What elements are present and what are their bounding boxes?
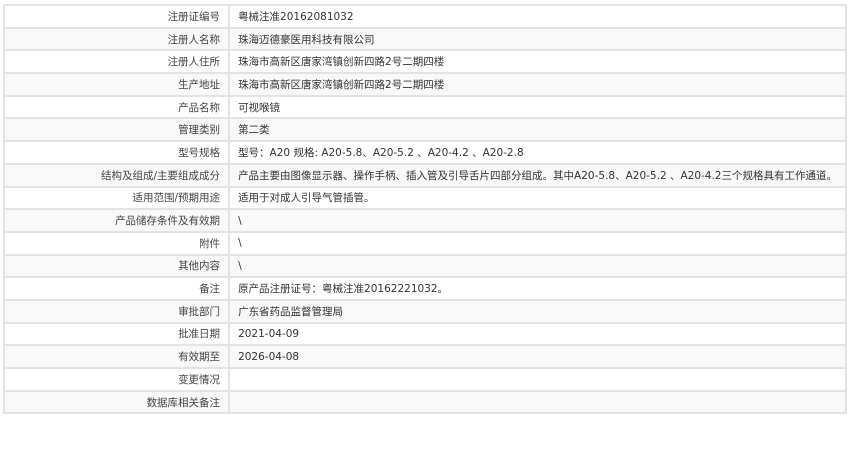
field-value: 原产品注册证号：粤械注准20162221032。: [228, 276, 847, 301]
table-row: 结构及组成/主要组成成分 产品主要由图像显示器、操作手柄、插入管及引导舌片四部分组…: [2, 162, 847, 188]
table-row: 附件 \: [2, 230, 847, 256]
field-value: 珠海市高新区唐家湾镇创新四路2号二期四楼: [228, 72, 847, 97]
table-row: 批准日期 2021-04-09: [2, 321, 847, 347]
table-row: 产品名称 可视喉镜: [2, 94, 847, 120]
table-row: 数据库相关备注: [2, 389, 847, 415]
table-row: 审批部门 广东省药品监督管理局: [2, 298, 847, 324]
table-row: 产品储存条件及有效期 \: [2, 208, 847, 233]
field-label: 产品储存条件及有效期: [2, 208, 231, 233]
table-row: 其他内容 \: [2, 253, 847, 279]
field-value: 2026-04-08: [228, 344, 847, 369]
table-row: 变更情况: [2, 367, 847, 392]
field-value: 2021-04-09: [228, 321, 847, 347]
field-label: 管理类别: [2, 117, 231, 143]
field-label: 审批部门: [2, 298, 231, 324]
field-label: 生产地址: [2, 72, 231, 97]
registration-detail-table: 注册证编号 粤械注准20162081032 注册人名称 珠海迈德豪医用科技有限公司 注册…: [2, 4, 847, 415]
field-value: 产品主要由图像显示器、操作手柄、插入管及引导舌片四部分组成。其中A20-5.8、…: [228, 162, 847, 188]
field-label: 附件: [2, 230, 231, 256]
field-value: 粤械注准20162081032: [228, 4, 847, 29]
field-label: 型号规格: [2, 140, 231, 165]
field-label: 变更情况: [2, 367, 231, 392]
field-value: 适用于对成人引导气管插管。: [228, 185, 847, 211]
table-row: 有效期至 2026-04-08: [2, 344, 847, 369]
field-value: [228, 389, 847, 415]
field-value: [228, 367, 847, 392]
field-value: \: [228, 208, 847, 233]
field-label: 批准日期: [2, 321, 231, 347]
field-label: 适用范围/预期用途: [2, 185, 231, 211]
field-value: 珠海迈德豪医用科技有限公司: [228, 26, 847, 52]
field-value: 广东省药品监督管理局: [228, 298, 847, 324]
field-label: 产品名称: [2, 94, 231, 120]
table-row: 管理类别 第二类: [2, 117, 847, 143]
table-row: 注册人名称 珠海迈德豪医用科技有限公司: [2, 26, 847, 52]
field-value: 第二类: [228, 117, 847, 143]
table-row: 生产地址 珠海市高新区唐家湾镇创新四路2号二期四楼: [2, 72, 847, 97]
field-value: \: [228, 253, 847, 279]
table-row: 型号规格 型号：A20 规格: A20-5.8、A20-5.2 、A20-4.2 …: [2, 140, 847, 165]
field-value: 珠海市高新区唐家湾镇创新四路2号二期四楼: [228, 49, 847, 75]
field-label: 其他内容: [2, 253, 231, 279]
field-label: 有效期至: [2, 344, 231, 369]
table-row: 注册人住所 珠海市高新区唐家湾镇创新四路2号二期四楼: [2, 49, 847, 75]
table-row: 适用范围/预期用途 适用于对成人引导气管插管。: [2, 185, 847, 211]
field-label: 数据库相关备注: [2, 389, 231, 415]
field-label: 注册证编号: [2, 4, 231, 29]
field-label: 注册人名称: [2, 26, 231, 52]
field-label: 注册人住所: [2, 49, 231, 75]
table-row: 备注 原产品注册证号：粤械注准20162221032。: [2, 276, 847, 301]
field-value: 可视喉镜: [228, 94, 847, 120]
field-value: \: [228, 230, 847, 256]
field-label: 备注: [2, 276, 231, 301]
field-value: 型号：A20 规格: A20-5.8、A20-5.2 、A20-4.2 、A20…: [228, 140, 847, 165]
field-label: 结构及组成/主要组成成分: [2, 162, 231, 188]
table-row: 注册证编号 粤械注准20162081032: [2, 4, 847, 29]
